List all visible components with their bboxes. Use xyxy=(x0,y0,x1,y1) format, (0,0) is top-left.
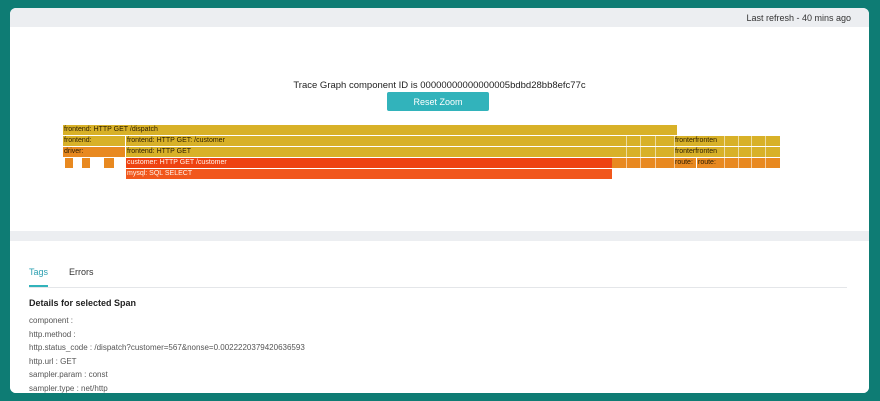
span-frontend-small-a[interactable] xyxy=(626,136,674,146)
span-fronter-b[interactable]: fronterfronten xyxy=(674,147,724,157)
span-frontend-left[interactable]: frontend: xyxy=(63,136,125,146)
span-frontend-small-d[interactable] xyxy=(724,147,780,157)
span-customer[interactable]: customer: HTTP GET /customer xyxy=(126,158,612,168)
details-tabs: Tags Errors xyxy=(29,267,847,288)
component-id: 00000000000000005bdbd28bb8efc77c xyxy=(420,80,586,91)
span-fronter-a[interactable]: fronterfronten xyxy=(674,136,724,146)
tag-sampler-type: sampler.type : net/http xyxy=(29,383,108,393)
span-driver[interactable]: driver: xyxy=(63,147,125,157)
span-frontend-http-get[interactable]: frontend: HTTP GET xyxy=(126,147,626,157)
tag-sampler-param: sampler.param : const xyxy=(29,370,108,379)
panel-divider xyxy=(10,231,869,241)
tab-tags[interactable]: Tags xyxy=(29,267,49,287)
span-details-panel: Tags Errors Details for selected Span co… xyxy=(10,241,869,393)
tab-errors[interactable]: Errors xyxy=(69,267,94,285)
span-divider xyxy=(640,136,641,168)
span-route-more[interactable] xyxy=(724,158,780,168)
span-driver-child-1[interactable] xyxy=(65,158,73,168)
span-route-b[interactable]: route: xyxy=(697,158,724,168)
span-frontend-small-b[interactable] xyxy=(724,136,780,146)
span-divider xyxy=(765,136,766,168)
tag-http-method: http.method : xyxy=(29,329,76,339)
details-heading: Details for selected Span xyxy=(29,298,137,308)
tag-component: component : xyxy=(29,316,74,325)
span-divider xyxy=(751,136,752,168)
span-frontend-customer[interactable]: frontend: HTTP GET: /customer xyxy=(126,136,626,146)
span-divider xyxy=(655,136,656,168)
span-frontend-dispatch[interactable]: frontend: HTTP GET /dispatch xyxy=(63,125,677,135)
span-driver-child-3[interactable] xyxy=(104,158,114,168)
span-route-a[interactable]: route: xyxy=(674,158,696,168)
span-mysql[interactable]: mysql: SQL SELECT xyxy=(126,169,612,179)
tag-http-url: http.url : GET xyxy=(29,356,77,366)
span-divider xyxy=(626,136,627,168)
span-frontend-small-c[interactable] xyxy=(626,147,674,157)
span-divider xyxy=(674,136,675,168)
span-route-small[interactable] xyxy=(612,158,674,168)
trace-graph-panel: Trace Graph component ID is 000000000000… xyxy=(10,27,869,231)
last-refresh-status: Last refresh - 40 mins ago xyxy=(746,13,851,23)
span-divider xyxy=(724,136,725,168)
graph-title: Trace Graph component ID is 000000000000… xyxy=(10,80,869,91)
trace-view-window: Last refresh - 40 mins ago Trace Graph c… xyxy=(10,8,869,393)
reset-zoom-button[interactable]: Reset Zoom xyxy=(387,92,489,111)
top-bar: Last refresh - 40 mins ago xyxy=(10,8,869,27)
span-divider xyxy=(738,136,739,168)
tag-http-status-code: http.status_code : /dispatch?customer=56… xyxy=(29,343,305,352)
graph-title-prefix: Trace Graph component ID is xyxy=(293,80,418,91)
tag-list: component : http.method : http.status_co… xyxy=(29,314,305,393)
span-driver-child-2[interactable] xyxy=(82,158,90,168)
